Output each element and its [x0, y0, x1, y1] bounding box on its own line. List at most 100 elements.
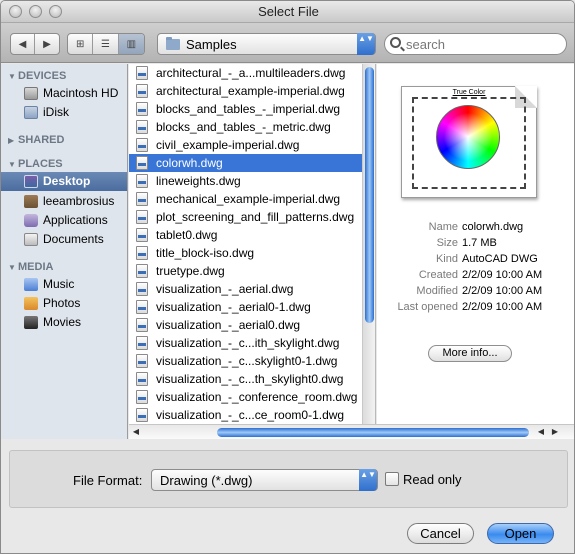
file-row[interactable]: architectural_example-imperial.dwg — [129, 82, 362, 100]
icon-view-button[interactable]: ⊞ — [68, 34, 94, 54]
sidebar-item-desktop[interactable]: Desktop — [1, 172, 127, 191]
idisk-icon — [24, 106, 38, 119]
file-thumbnail: True Color — [397, 82, 547, 208]
sidebar-section-devices[interactable]: ▼ DEVICES — [8, 70, 66, 82]
info-row-created: Created 2/2/09 10:00 AM — [418, 269, 543, 281]
dwg-file-icon — [136, 66, 148, 80]
read-only-checkbox[interactable] — [385, 472, 399, 486]
hard-drive-icon — [24, 87, 38, 100]
file-row[interactable]: visualization_-_c...ith_skylight.dwg — [129, 334, 362, 352]
sidebar-item-applications[interactable]: Applications — [1, 211, 127, 230]
file-row[interactable]: visualization_-_aerial0-1.dwg — [129, 298, 362, 316]
dwg-file-icon — [136, 156, 148, 170]
disclosure-triangle-icon: ▼ — [8, 160, 16, 169]
cancel-button[interactable]: Cancel — [407, 523, 474, 544]
updown-arrows-icon: ▲▼ — [359, 469, 377, 491]
file-row[interactable]: mechanical_example-imperial.dwg — [129, 190, 362, 208]
back-button[interactable]: ◀ — [11, 34, 35, 54]
forward-button[interactable]: ▶ — [35, 34, 59, 54]
file-row[interactable]: plot_screening_and_fill_patterns.dwg — [129, 208, 362, 226]
file-row[interactable]: architectural_-_a...multileaders.dwg — [129, 64, 362, 82]
sidebar-section-media[interactable]: ▼ MEDIA — [8, 261, 53, 273]
file-format-popup[interactable]: Drawing (*.dwg) ▲▼ — [151, 469, 378, 491]
file-row[interactable]: lineweights.dwg — [129, 172, 362, 190]
select-file-dialog: Select File ◀ ▶ ⊞ ☰ ▥ Samples ▲▼ search … — [0, 0, 575, 554]
dwg-file-icon — [136, 228, 148, 242]
navigation-buttons: ◀ ▶ — [10, 33, 60, 55]
file-row[interactable]: blocks_and_tables_-_imperial.dwg — [129, 100, 362, 118]
disclosure-triangle-icon: ▼ — [8, 263, 16, 272]
file-list: architectural_-_a...multileaders.dwg arc… — [129, 64, 376, 424]
home-icon — [24, 195, 38, 208]
horizontal-scrollbar-thumb[interactable] — [217, 428, 529, 437]
dwg-file-icon — [136, 246, 148, 260]
file-row[interactable]: visualization_-_c...skylight0-1.dwg — [129, 352, 362, 370]
dwg-file-icon — [136, 408, 148, 422]
drawing-preview: True Color — [401, 86, 537, 198]
close-window-button[interactable] — [9, 5, 22, 18]
sidebar-item-home[interactable]: leeambrosius — [1, 192, 127, 211]
sidebar-section-shared[interactable]: ▶ SHARED — [8, 134, 64, 146]
file-row[interactable]: visualization_-_c...ce_room0-1.dwg — [129, 406, 362, 424]
file-format-value: Drawing (*.dwg) — [160, 473, 253, 488]
list-view-button[interactable]: ☰ — [93, 34, 119, 54]
dwg-file-icon — [136, 138, 148, 152]
applications-icon — [24, 214, 38, 227]
file-row[interactable]: visualization_-_c...th_skylight0.dwg — [129, 370, 362, 388]
column-view-button[interactable]: ▥ — [118, 34, 144, 54]
minimize-window-button[interactable] — [29, 5, 42, 18]
file-row-selected[interactable]: colorwh.dwg — [129, 154, 362, 172]
scrollbar-thumb[interactable] — [365, 67, 374, 323]
info-row-last-opened: Last opened 2/2/09 10:00 AM — [397, 301, 543, 313]
dwg-file-icon — [136, 84, 148, 98]
dwg-file-icon — [136, 372, 148, 386]
file-row[interactable]: civil_example-imperial.dwg — [129, 136, 362, 154]
photos-icon — [24, 297, 38, 310]
file-row[interactable]: visualization_-_aerial0.dwg — [129, 316, 362, 334]
search-field[interactable]: search — [384, 33, 567, 55]
file-row[interactable]: visualization_-_conference_room.dwg — [129, 388, 362, 406]
sidebar: ▼ DEVICES Macintosh HD iDisk ▶ SHARED ▼ PLA… — [1, 64, 128, 439]
info-row-name: Name colorwh.dwg — [428, 221, 524, 233]
more-info-button[interactable]: More info... — [428, 345, 512, 362]
sidebar-section-places[interactable]: ▼ PLACES — [8, 158, 63, 170]
info-row-kind: Kind AutoCAD DWG — [435, 253, 538, 265]
dwg-file-icon — [136, 318, 148, 332]
read-only-label[interactable]: Read only — [403, 472, 462, 487]
music-icon — [24, 278, 38, 291]
location-label: Samples — [186, 37, 237, 52]
dwg-file-icon — [136, 354, 148, 368]
open-button[interactable]: Open — [487, 523, 554, 544]
zoom-window-button[interactable] — [49, 5, 62, 18]
file-row[interactable]: blocks_and_tables_-_metric.dwg — [129, 118, 362, 136]
dwg-file-icon — [136, 336, 148, 350]
window-title: Select File — [258, 4, 319, 19]
sidebar-item-music[interactable]: Music — [1, 275, 127, 294]
scroll-left-icon[interactable]: ◀ — [129, 425, 143, 439]
sidebar-item-documents[interactable]: Documents — [1, 230, 127, 249]
sidebar-item-movies[interactable]: Movies — [1, 313, 127, 332]
info-row-size: Size 1.7 MB — [436, 237, 497, 249]
thumbnail-caption: True Color — [452, 89, 486, 96]
scroll-right-icon[interactable]: ▶ — [548, 425, 562, 439]
scroll-left-icon[interactable]: ◀ — [534, 425, 548, 439]
sidebar-item-photos[interactable]: Photos — [1, 294, 127, 313]
file-row[interactable]: tablet0.dwg — [129, 226, 362, 244]
search-placeholder: search — [406, 37, 446, 52]
file-row[interactable]: visualization_-_aerial.dwg — [129, 280, 362, 298]
file-list-vertical-scrollbar[interactable] — [362, 64, 375, 424]
preview-pane: True Color Name colorwh.dwg Size 1.7 MB Ki… — [377, 64, 574, 424]
toolbar: ◀ ▶ ⊞ ☰ ▥ Samples ▲▼ search — [1, 23, 574, 63]
dwg-file-icon — [136, 390, 148, 404]
file-row[interactable]: truetype.dwg — [129, 262, 362, 280]
location-popup[interactable]: Samples ▲▼ — [157, 33, 376, 55]
title-bar: Select File — [1, 1, 574, 23]
sidebar-item-idisk[interactable]: iDisk — [1, 103, 127, 122]
dwg-file-icon — [136, 282, 148, 296]
dwg-file-icon — [136, 300, 148, 314]
horizontal-scrollbar[interactable]: ◀ ◀ ▶ — [129, 424, 574, 439]
file-row[interactable]: title_block-iso.dwg — [129, 244, 362, 262]
file-format-label: File Format: — [73, 473, 143, 488]
disclosure-triangle-icon: ▶ — [8, 136, 15, 145]
sidebar-item-macintosh-hd[interactable]: Macintosh HD — [1, 84, 127, 103]
